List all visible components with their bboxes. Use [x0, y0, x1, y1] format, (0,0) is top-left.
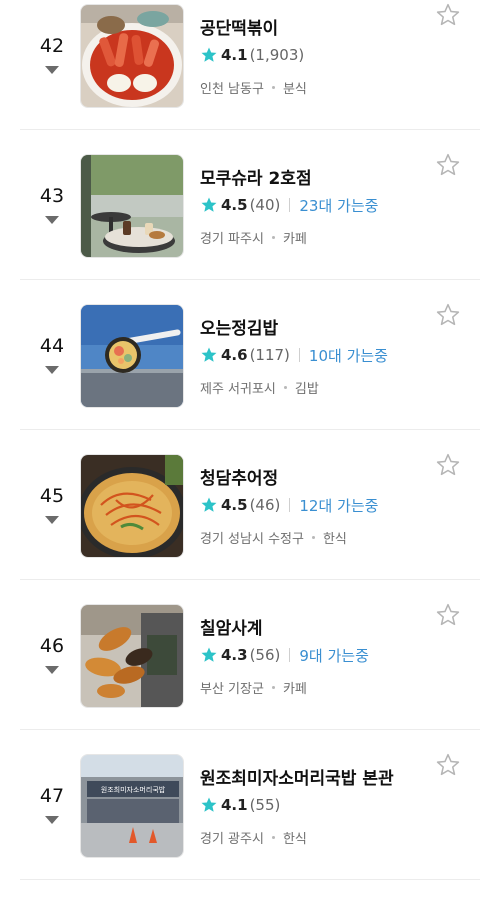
rating-row: 4.5 (40) 23대 가는중	[200, 194, 378, 216]
region-label: 부산 기장군	[200, 681, 264, 697]
rank-number: 44	[39, 335, 65, 357]
list-item[interactable]: 47 원조최미자소머리국밥 원조최미자소머리국밥 본관 4.1 (55) 경기 …	[0, 750, 500, 900]
rating-score: 4.1	[221, 46, 248, 64]
rating-score: 4.5	[221, 196, 248, 214]
visiting-count: 23대 가는중	[299, 196, 379, 215]
meta-row: 부산 기장군 카페	[200, 677, 307, 697]
thumbnail-image[interactable]	[80, 304, 184, 408]
review-count: (46)	[249, 496, 281, 514]
thumbnail-image[interactable]	[80, 154, 184, 258]
restaurant-name[interactable]: 칠암사계	[200, 614, 263, 639]
separator-dot	[271, 85, 275, 89]
rating-row: 4.3 (56) 9대 가는중	[200, 644, 369, 666]
divider	[20, 879, 480, 880]
visiting-count: 10대 가는중	[308, 346, 388, 365]
restaurant-name[interactable]: 오는정김밥	[200, 314, 278, 339]
region-label: 경기 파주시	[200, 231, 264, 247]
review-count: (117)	[249, 346, 290, 364]
rating-score: 4.1	[221, 796, 248, 814]
rank-number: 45	[39, 485, 65, 507]
meta-row: 경기 파주시 카페	[200, 227, 307, 247]
separator-dot	[283, 385, 287, 389]
review-count: (55)	[249, 796, 281, 814]
rating-score: 4.3	[221, 646, 248, 664]
category-label: 한식	[322, 531, 347, 547]
list-item[interactable]: 45 청담추어정 4.5 (46) 12대 가는중 경기 성남시 수정구 한식	[0, 450, 500, 600]
star-outline-icon[interactable]	[435, 752, 461, 778]
meta-row: 경기 성남시 수정구 한식	[200, 527, 347, 547]
thumbnail-image[interactable]	[80, 454, 184, 558]
divider	[20, 729, 480, 730]
divider	[20, 429, 480, 430]
rank-number: 42	[39, 35, 65, 57]
star-filled-icon	[201, 797, 217, 812]
meta-row: 제주 서귀포시 김밥	[200, 377, 319, 397]
rank-number: 43	[39, 185, 65, 207]
rank-down-icon	[45, 216, 59, 224]
separator-dot	[271, 835, 275, 839]
rating-score: 4.5	[221, 496, 248, 514]
star-filled-icon	[201, 497, 217, 512]
region-label: 경기 성남시 수정구	[200, 531, 304, 547]
separator-bar	[289, 198, 291, 212]
rating-row: 4.1 (55)	[200, 794, 280, 816]
divider	[20, 279, 480, 280]
meta-row: 인천 남동구 분식	[200, 77, 307, 97]
separator-bar	[289, 648, 291, 662]
rating-row: 4.5 (46) 12대 가는중	[200, 494, 378, 516]
category-label: 카페	[282, 681, 307, 697]
review-count: (40)	[249, 196, 281, 214]
rank-down-icon	[45, 366, 59, 374]
divider	[20, 579, 480, 580]
region-label: 경기 광주시	[200, 831, 264, 847]
thumbnail-image[interactable]: 원조최미자소머리국밥	[80, 754, 184, 858]
separator-dot	[271, 685, 275, 689]
star-outline-icon[interactable]	[435, 2, 461, 28]
restaurant-name[interactable]: 모쿠슈라 2호점	[200, 164, 312, 189]
region-label: 제주 서귀포시	[200, 381, 276, 397]
rating-score: 4.6	[221, 346, 248, 364]
category-label: 한식	[282, 831, 307, 847]
star-outline-icon[interactable]	[435, 152, 461, 178]
star-filled-icon	[201, 347, 217, 362]
visiting-count: 12대 가는중	[299, 496, 379, 515]
star-filled-icon	[201, 47, 217, 62]
region-label: 인천 남동구	[200, 81, 264, 97]
star-filled-icon	[201, 197, 217, 212]
divider	[20, 129, 480, 130]
star-filled-icon	[201, 647, 217, 662]
meta-row: 경기 광주시 한식	[200, 827, 307, 847]
category-label: 김밥	[294, 381, 319, 397]
category-label: 분식	[282, 81, 307, 97]
star-outline-icon[interactable]	[435, 302, 461, 328]
review-count: (56)	[249, 646, 281, 664]
restaurant-name[interactable]: 원조최미자소머리국밥 본관	[200, 764, 394, 789]
rank-down-icon	[45, 516, 59, 524]
list-item[interactable]: 46 칠암사계 4.3 (56) 9대 가는중 부산 기장군 카페	[0, 600, 500, 750]
thumbnail-image[interactable]	[80, 604, 184, 708]
restaurant-name[interactable]: 청담추어정	[200, 464, 278, 489]
rank-number: 46	[39, 635, 65, 657]
category-label: 카페	[282, 231, 307, 247]
separator-bar	[298, 348, 300, 362]
rating-row: 4.6 (117) 10대 가는중	[200, 344, 388, 366]
separator-bar	[289, 498, 291, 512]
thumbnail-image[interactable]	[80, 4, 184, 108]
star-outline-icon[interactable]	[435, 602, 461, 628]
separator-dot	[311, 535, 315, 539]
list-item[interactable]: 42 공단떡볶이 4.1 (1,903) 인천 남동구 분식	[0, 0, 500, 150]
list-item[interactable]: 43 모쿠슈라 2호점 4.5 (40) 23대 가는중 경기 파주시 카페	[0, 150, 500, 300]
review-count: (1,903)	[249, 46, 305, 64]
rating-row: 4.1 (1,903)	[200, 44, 304, 66]
star-outline-icon[interactable]	[435, 452, 461, 478]
visiting-count: 9대 가는중	[299, 646, 369, 665]
restaurant-name[interactable]: 공단떡볶이	[200, 14, 278, 39]
list-item[interactable]: 44 오는정김밥 4.6 (117) 10대 가는중 제주 서귀포시 김밥	[0, 300, 500, 450]
rank-down-icon	[45, 666, 59, 674]
separator-dot	[271, 235, 275, 239]
shop-sign-text: 원조최미자소머리국밥	[101, 785, 166, 794]
rank-down-icon	[45, 816, 59, 824]
rank-number: 47	[39, 785, 65, 807]
rank-down-icon	[45, 66, 59, 74]
